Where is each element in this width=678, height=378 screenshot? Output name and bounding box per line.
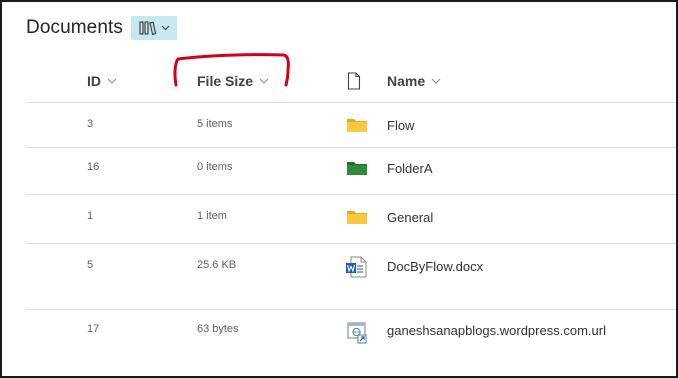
row-divider bbox=[26, 309, 676, 310]
column-header-file-size-label: File Size bbox=[197, 73, 254, 89]
cell-name[interactable]: Flow bbox=[387, 118, 414, 133]
cell-name[interactable]: ganeshsanapblogs.wordpress.com.url bbox=[387, 323, 606, 338]
cell-name[interactable]: DocByFlow.docx bbox=[387, 259, 483, 274]
cell-id: 1 bbox=[87, 210, 94, 222]
row-divider bbox=[26, 194, 676, 195]
column-header-name-label: Name bbox=[387, 73, 426, 89]
folder-green-icon bbox=[347, 162, 367, 175]
chevron-down-icon bbox=[259, 78, 269, 84]
view-switcher-button[interactable] bbox=[131, 16, 177, 40]
cell-id: 5 bbox=[87, 259, 94, 271]
cell-file-size: 0 items bbox=[197, 161, 233, 173]
library-view-icon bbox=[138, 21, 156, 36]
column-header-name[interactable]: Name bbox=[387, 73, 441, 89]
cell-id: 16 bbox=[87, 161, 100, 173]
folder-icon bbox=[347, 211, 367, 224]
folder-icon bbox=[347, 119, 367, 132]
chevron-down-icon bbox=[107, 78, 117, 84]
word-doc-icon bbox=[346, 256, 367, 278]
cell-file-size: 1 item bbox=[197, 210, 227, 222]
cell-file-size: 5 items bbox=[197, 118, 233, 130]
cell-id: 17 bbox=[87, 323, 100, 335]
cell-name[interactable]: FolderA bbox=[387, 161, 433, 176]
cell-id: 3 bbox=[87, 118, 94, 130]
chevron-down-icon bbox=[431, 78, 441, 84]
row-divider bbox=[26, 147, 676, 148]
cell-name[interactable]: General bbox=[387, 210, 433, 225]
library-header: Documents bbox=[26, 16, 177, 40]
column-header-file-size[interactable]: File Size bbox=[197, 73, 269, 89]
url-link-icon bbox=[347, 322, 367, 344]
document-library-frame: Documents ID File Size Name 3 5 items Fl… bbox=[0, 0, 678, 378]
row-divider bbox=[26, 102, 676, 103]
file-icon bbox=[347, 72, 361, 90]
column-header-id[interactable]: ID bbox=[87, 73, 117, 89]
column-header-file-type[interactable] bbox=[347, 72, 361, 90]
row-divider bbox=[26, 243, 676, 244]
cell-file-size: 63 bytes bbox=[197, 323, 239, 335]
chevron-down-icon bbox=[161, 25, 169, 31]
cell-file-size: 25.6 KB bbox=[197, 259, 237, 271]
column-header-id-label: ID bbox=[87, 73, 101, 89]
page-title: Documents bbox=[26, 17, 123, 38]
